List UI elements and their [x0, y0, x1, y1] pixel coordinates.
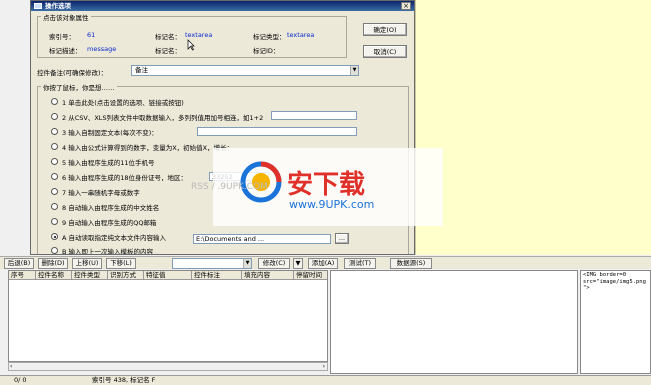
option-label[interactable]: 3 输入自制固定文本(每次不变)： — [62, 127, 158, 137]
cancel-button[interactable]: 取消(C) — [363, 45, 407, 58]
option-label[interactable]: 8 自动输入由程序生成的中文姓名 — [62, 202, 159, 212]
status-info: 索引号 438, 标记名 F — [92, 376, 156, 384]
watermark: 安下载 www.9UPK.com RSS / .9UPK.COM — [191, 148, 443, 226]
fixed-text-input[interactable] — [197, 127, 357, 136]
option-label[interactable]: 2 从CSV、XLS列表文件中取数据输入，多列列值用加号相连，如1+2 — [62, 112, 263, 122]
properties-group-title: 点击该对象属性 — [41, 12, 91, 22]
column-header[interactable]: 控件标注 — [192, 271, 242, 280]
tag-text-value: message — [87, 45, 117, 53]
column-header[interactable]: 填充内容 — [242, 271, 294, 280]
main-toolbar: 后退(B) 删除(D) 上移(U) 下移(L) ▼ 修改(C) ▼ 添加(A) … — [0, 256, 651, 269]
option-label[interactable]: 6 输入由程序生成的18位身份证号，地区： — [62, 172, 187, 182]
option-radio[interactable] — [51, 247, 58, 254]
chevron-down-icon[interactable]: ▼ — [243, 259, 251, 268]
option-label[interactable]: 9 自动输入由程序生成的QQ邮箱 — [62, 217, 156, 227]
index-label: 索引号： — [49, 33, 75, 41]
tag-type-value: textarea — [287, 31, 315, 39]
column-header[interactable]: 特征值 — [144, 271, 192, 280]
actions-group-title: 你按了鼠标，你是想…… — [41, 82, 117, 92]
back-button[interactable]: 后退(B) — [4, 258, 34, 269]
option-label[interactable]: 4 输入由公式计算得到的数字，变量为X，初始值X，增长： — [62, 142, 233, 152]
add-button[interactable]: 添加(A) — [308, 258, 338, 269]
csv-column-input[interactable] — [271, 111, 357, 120]
ok-button[interactable]: 确定(O) — [363, 23, 407, 36]
horizontal-scrollbar[interactable]: ‹ › — [8, 362, 328, 371]
scroll-right-icon[interactable]: › — [323, 363, 325, 370]
close-button[interactable]: × — [401, 2, 411, 10]
detail-pane[interactable] — [330, 270, 578, 374]
status-count: 0/ 0 — [14, 376, 27, 384]
option-label[interactable]: A 自动读取指定纯文本文件内容输入 — [62, 232, 166, 242]
option-radio[interactable] — [51, 98, 58, 105]
move-down-button[interactable]: 下移(L) — [106, 258, 136, 269]
controls-table[interactable]: 序号 控件名称 控件类型 识别方式 特征值 控件标注 填充内容 停留时间 — [8, 270, 328, 362]
preview-pane — [415, 0, 651, 255]
remark-value: 备注 — [135, 66, 148, 74]
modify-button[interactable]: 修改(C) — [258, 258, 290, 269]
watermark-faint-text: RSS / .9UPK.COM — [191, 182, 268, 192]
status-bar: 0/ 0 索引号 438, 标记名 F — [0, 375, 651, 385]
toolbar-dropdown[interactable]: ▼ — [172, 258, 252, 269]
option-radio[interactable] — [51, 143, 58, 150]
option-label[interactable]: 5 输入由程序生成的11位手机号 — [62, 157, 154, 167]
watermark-logo-text: 安下载 — [287, 170, 366, 200]
column-header[interactable]: 控件类型 — [72, 271, 108, 280]
tag-id-label: 标记名： — [155, 47, 181, 55]
window-icon — [34, 3, 42, 9]
option-label[interactable]: 7 输入一串随机字母或数字 — [62, 187, 140, 197]
modify-menu-button[interactable]: ▼ — [293, 258, 303, 269]
tag-type-label: 标记类型： — [253, 33, 286, 41]
option-radio[interactable] — [51, 233, 58, 240]
file-path-value: E:\Documents and ... — [196, 235, 265, 243]
watermark-url: www.9UPK.com — [289, 198, 375, 211]
option-radio[interactable] — [51, 128, 58, 135]
option-radio[interactable] — [51, 188, 58, 195]
chevron-down-icon[interactable]: ▼ — [350, 66, 358, 75]
html-source-pane[interactable]: <IMG border=0 src="image/img5.png "> — [580, 270, 651, 374]
dialog-titlebar[interactable]: 操作选项 — [31, 1, 414, 11]
remark-label: 控件备注(可确保修改)： — [37, 69, 108, 77]
option-radio[interactable] — [51, 203, 58, 210]
mouse-cursor-icon — [187, 39, 195, 51]
option-radio[interactable] — [51, 173, 58, 180]
scroll-left-icon[interactable]: ‹ — [10, 363, 12, 370]
column-header[interactable]: 序号 — [9, 271, 36, 280]
tag-value: textarea — [185, 31, 213, 39]
delete-button[interactable]: 删除(D) — [38, 258, 68, 269]
dialog-title: 操作选项 — [45, 2, 71, 10]
column-header[interactable]: 控件名称 — [36, 271, 72, 280]
column-header[interactable]: 识别方式 — [108, 271, 144, 280]
option-radio[interactable] — [51, 113, 58, 120]
remark-combo[interactable]: 备注 ▼ — [131, 65, 359, 76]
tag-text-label: 标记描述： — [49, 47, 82, 55]
file-path-input[interactable]: E:\Documents and ... — [193, 234, 331, 244]
column-header[interactable]: 停留时间 — [294, 271, 327, 280]
browse-button[interactable]: ... — [335, 233, 349, 244]
tag-label: 标记名： — [155, 33, 181, 41]
tag-pid-label: 标记ID： — [253, 47, 280, 55]
option-label[interactable]: B 输入即上一次输入模板的内容 — [62, 246, 153, 254]
datasource-button[interactable]: 数据源(S) — [390, 258, 432, 269]
code-line: "> — [583, 285, 590, 291]
move-up-button[interactable]: 上移(U) — [72, 258, 102, 269]
option-radio[interactable] — [51, 158, 58, 165]
test-button[interactable]: 测试(T) — [344, 258, 376, 269]
code-line: src="image/img5.png — [583, 278, 646, 285]
option-label[interactable]: 1 单击此处(点击设置的选项、链接或按钮) — [62, 97, 184, 107]
index-value: 61 — [87, 31, 96, 39]
option-radio[interactable] — [51, 218, 58, 225]
